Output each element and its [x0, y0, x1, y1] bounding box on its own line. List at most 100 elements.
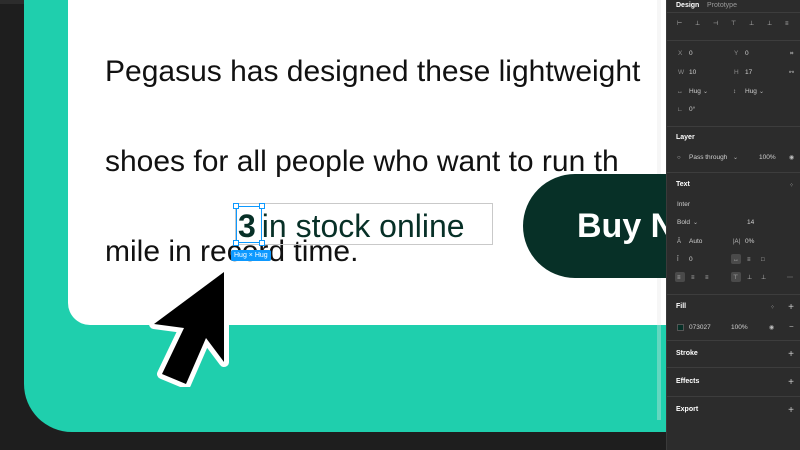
fill-hex-input[interactable]: 073027	[689, 324, 711, 331]
divider	[667, 12, 800, 13]
w-input[interactable]: 10	[689, 69, 696, 76]
constraints-icon[interactable]: ⌗	[790, 50, 793, 58]
y-input[interactable]: 0	[745, 50, 749, 57]
text-section-title: Text	[676, 181, 690, 188]
vertical-resizing-dropdown[interactable]: Hug	[745, 88, 757, 95]
font-family-dropdown[interactable]: Inter	[677, 201, 690, 208]
horizontal-resize-icon: ↔	[677, 89, 683, 95]
divider	[667, 396, 800, 397]
h-input[interactable]: 17	[745, 69, 752, 76]
resize-handle[interactable]	[233, 203, 239, 209]
divider	[667, 294, 800, 295]
vertical-align-top-icon: ⊤	[733, 275, 739, 281]
text-align-row: ≡ ≡ ≡ ⊤ ⊥ ⊥ ⋯	[667, 272, 800, 284]
text-styles-icon[interactable]: ⁘	[789, 182, 794, 190]
stock-text-frame[interactable]: 3 in stock online	[233, 203, 493, 248]
remove-fill-icon[interactable]: −	[789, 323, 794, 331]
paragraph-row: Ī 0 ↔ ≡ □	[667, 254, 800, 266]
add-effect-icon[interactable]: +	[788, 378, 794, 388]
effects-section-title: Effects	[676, 378, 700, 385]
stock-number-selected[interactable]: 3	[233, 203, 265, 248]
tab-prototype[interactable]: Prototype	[707, 2, 737, 9]
rotation-icon: ∟	[677, 107, 683, 113]
layer-section-title: Layer	[676, 134, 695, 141]
arrow-cursor-icon	[149, 267, 229, 387]
font-weight-row: Bold ⌄ 14	[667, 217, 800, 229]
resize-handle[interactable]	[259, 240, 265, 246]
layer-row: ○ Pass through ⌄ 100% ◉	[667, 152, 800, 164]
align-bottom-icon[interactable]: ⊥	[767, 20, 772, 28]
align-top-icon[interactable]: ⊤	[731, 20, 736, 28]
auto-height-icon[interactable]: ≡	[747, 256, 751, 264]
chevron-down-icon: ⌄	[693, 220, 699, 226]
letter-spacing-input[interactable]: 0%	[745, 238, 754, 245]
font-family-row: Inter	[667, 199, 800, 211]
stroke-section-title: Stroke	[676, 350, 698, 357]
font-weight-dropdown[interactable]: Bold	[677, 219, 690, 226]
buy-button-label: Buy N	[577, 207, 666, 245]
w-label: W	[678, 69, 685, 76]
fixed-size-icon[interactable]: □	[761, 256, 765, 264]
eye-icon[interactable]: ◉	[769, 324, 774, 332]
blend-mode-icon: ○	[677, 155, 681, 161]
fill-row: 073027 100% ◉ −	[667, 322, 800, 334]
font-size-input[interactable]: 14	[747, 219, 754, 226]
divider	[667, 340, 800, 341]
line-height-input[interactable]: Auto	[689, 238, 702, 245]
align-right-icon[interactable]: ⊣	[713, 20, 718, 28]
paragraph-spacing-icon: Ī	[677, 257, 679, 263]
divider	[667, 40, 800, 41]
x-input[interactable]: 0	[689, 50, 693, 57]
more-options-icon[interactable]: ⋯	[787, 274, 793, 282]
alignment-row: ⊢ ⊥ ⊣ ⊤ ⊥ ⊥ ≡	[667, 18, 800, 30]
fill-styles-icon[interactable]: ⁘	[770, 304, 775, 312]
y-label: Y	[734, 50, 739, 57]
fill-section-title: Fill	[676, 303, 687, 310]
distribute-icon[interactable]: ≡	[785, 20, 789, 28]
letter-spacing-icon: |A|	[733, 239, 741, 245]
size-row: W 10 H 17 ⚯	[667, 67, 800, 79]
add-stroke-icon[interactable]: +	[788, 350, 794, 360]
paragraph-spacing-input[interactable]: 0	[689, 256, 693, 263]
add-export-icon[interactable]: +	[788, 406, 794, 416]
resize-handle[interactable]	[259, 203, 265, 209]
position-row: X 0 Y 0 ⌗	[667, 48, 800, 60]
size-badge: Hug × Hug	[231, 250, 271, 261]
text-align-right-icon[interactable]: ≡	[705, 274, 709, 282]
align-center-h-icon[interactable]: ⊥	[695, 20, 700, 28]
x-label: X	[678, 50, 683, 57]
layer-opacity-input[interactable]: 100%	[759, 154, 776, 161]
divider	[667, 126, 800, 127]
rotation-input[interactable]: 0°	[689, 106, 695, 113]
tab-design[interactable]: Design	[676, 2, 699, 9]
fill-color-swatch[interactable]	[677, 324, 684, 331]
text-align-center-icon[interactable]: ≡	[691, 274, 695, 282]
vertical-resize-icon: ↕	[733, 89, 736, 95]
chevron-down-icon: ⌄	[733, 155, 739, 161]
stock-label: in stock online	[261, 208, 465, 244]
h-label: H	[734, 69, 739, 76]
eye-icon[interactable]: ◉	[789, 154, 794, 162]
divider	[667, 172, 800, 173]
auto-width-icon: ↔	[733, 257, 739, 263]
align-middle-v-icon[interactable]: ⊥	[749, 20, 754, 28]
selection-box	[233, 203, 265, 246]
blend-mode-dropdown[interactable]: Pass through	[689, 154, 727, 161]
align-left-icon[interactable]: ⊢	[677, 20, 682, 28]
vertical-align-bottom-icon[interactable]: ⊥	[761, 274, 766, 282]
lock-ratio-icon[interactable]: ⚯	[789, 69, 794, 77]
vertical-align-middle-icon[interactable]: ⊥	[747, 274, 752, 282]
spacing-row: Ā Auto |A| 0%	[667, 236, 800, 248]
design-canvas[interactable]: Pegasus has designed these lightweight s…	[0, 0, 666, 450]
description-line: Pegasus has designed these lightweight	[105, 55, 641, 88]
fill-opacity-input[interactable]: 100%	[731, 324, 748, 331]
text-align-left-icon: ≡	[677, 275, 681, 281]
chevron-down-icon: ⌄	[759, 89, 765, 95]
horizontal-resizing-dropdown[interactable]: Hug	[689, 88, 701, 95]
add-fill-icon[interactable]: +	[788, 303, 794, 313]
buy-now-button[interactable]: Buy N	[523, 174, 666, 278]
stock-text[interactable]: 3 in stock online	[233, 203, 465, 248]
resize-handle[interactable]	[233, 240, 239, 246]
rotation-row: ∟ 0°	[667, 104, 800, 116]
divider	[667, 367, 800, 368]
